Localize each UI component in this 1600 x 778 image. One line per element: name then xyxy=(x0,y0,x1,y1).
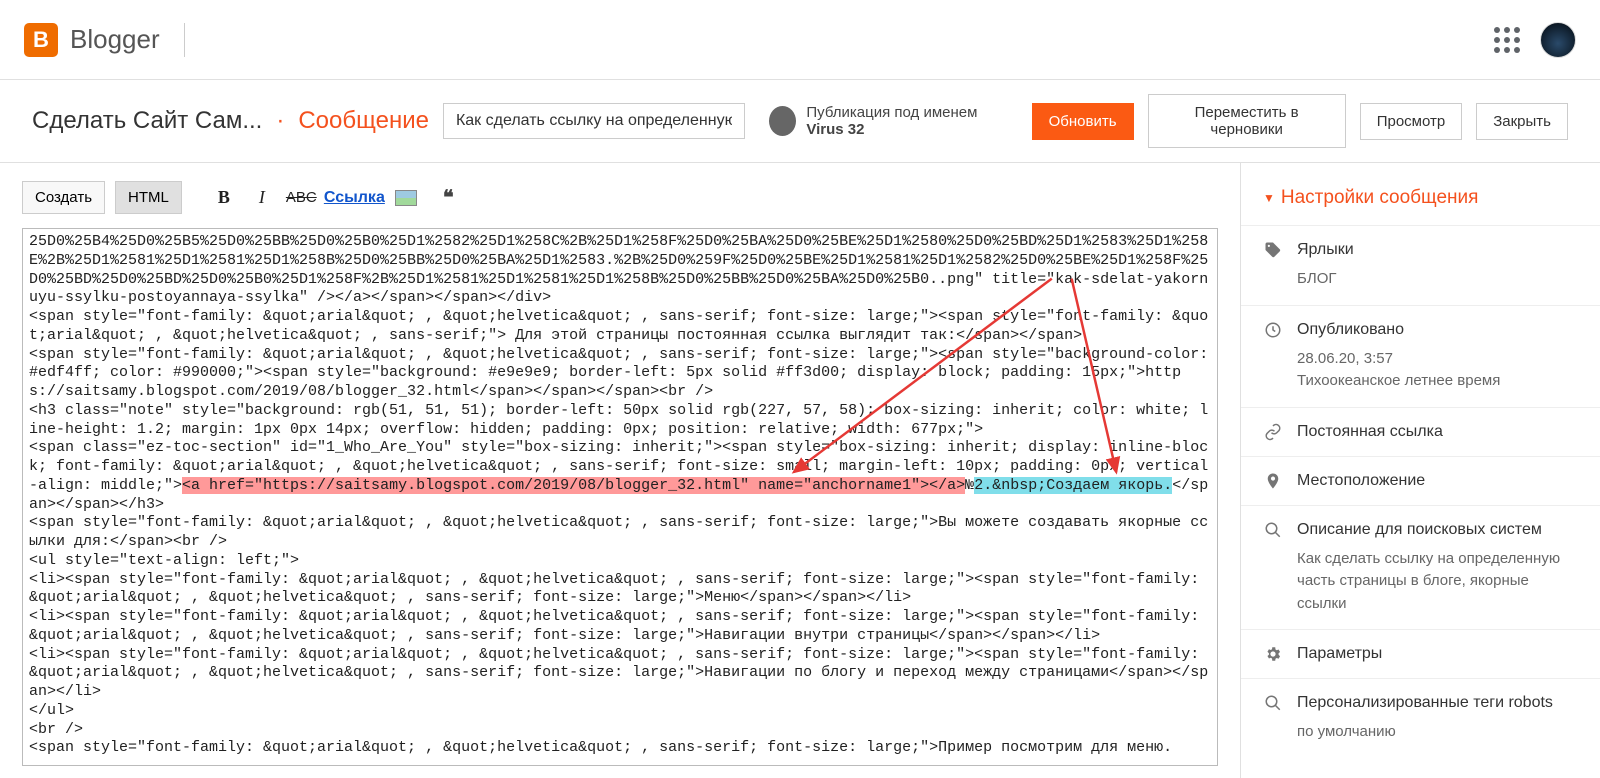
apps-icon[interactable] xyxy=(1494,27,1520,53)
permalink-section[interactable]: Постоянная ссылка xyxy=(1263,422,1578,442)
clock-icon xyxy=(1263,320,1283,340)
logo-icon: B xyxy=(24,23,58,57)
caret-down-icon: ▼ xyxy=(1263,191,1275,205)
italic-button[interactable]: I xyxy=(248,187,276,208)
link-button[interactable]: Ссылка xyxy=(324,189,385,207)
site-name[interactable]: Сделать Сайт Сам... xyxy=(32,107,262,135)
action-bar: Сделать Сайт Сам... · Сообщение Публикац… xyxy=(0,80,1600,163)
author-text: Публикация под именем Virus 32 xyxy=(806,104,1017,138)
search-description-value: Как сделать ссылку на определенную часть… xyxy=(1263,540,1578,616)
sidebar-title[interactable]: ▼ Настройки сообщения xyxy=(1241,179,1600,225)
labels-value: БЛОГ xyxy=(1263,260,1578,291)
code-part1: 25D0%25B4%25D0%25B5%25D0%25BB%25D0%25B0%… xyxy=(29,233,1217,494)
search-icon xyxy=(1263,520,1283,540)
close-button[interactable]: Закрыть xyxy=(1476,103,1568,140)
editor-column: Создать HTML B I ABC Ссылка ❝ 25D0%25B4%… xyxy=(0,163,1240,778)
author-block: Публикация под именем Virus 32 xyxy=(769,104,1017,138)
preview-button[interactable]: Просмотр xyxy=(1360,103,1463,140)
code-part2: </span></span></h3> <span style="font-fa… xyxy=(29,477,1208,757)
move-to-draft-button[interactable]: Переместить в черновики xyxy=(1148,94,1346,148)
html-mode-button[interactable]: HTML xyxy=(115,181,182,214)
settings-sidebar: ▼ Настройки сообщения Ярлыки БЛОГ Опубли… xyxy=(1240,163,1600,778)
breadcrumb-section: Сообщение xyxy=(298,107,429,135)
author-avatar xyxy=(769,106,796,136)
user-avatar[interactable] xyxy=(1540,22,1576,58)
tag-icon xyxy=(1263,240,1283,260)
highlight-anchor-tag: <a href="https://saitsamy.blogspot.com/2… xyxy=(182,477,965,494)
compose-mode-button[interactable]: Создать xyxy=(22,181,105,214)
robots-section[interactable]: Персонализированные теги robots xyxy=(1263,693,1578,713)
location-section[interactable]: Местоположение xyxy=(1263,471,1578,491)
html-code-editor[interactable]: 25D0%25B4%25D0%25B5%25D0%25BB%25D0%25B0%… xyxy=(22,228,1218,766)
breadcrumb-sep: · xyxy=(276,107,284,135)
link-icon xyxy=(1263,422,1283,442)
robots-value: по умолчанию xyxy=(1263,713,1578,744)
search-description-section[interactable]: Описание для поисковых систем xyxy=(1263,520,1578,540)
labels-section[interactable]: Ярлыки xyxy=(1263,240,1578,260)
image-button[interactable] xyxy=(395,190,417,206)
location-icon xyxy=(1263,471,1283,491)
logo[interactable]: B Blogger xyxy=(24,23,160,57)
strike-button[interactable]: ABC xyxy=(286,189,314,206)
highlight-anchor-text: 2.&nbsp;Создаем якорь. xyxy=(974,477,1172,494)
post-title-input[interactable] xyxy=(443,103,745,139)
gear-icon xyxy=(1263,644,1283,664)
published-section[interactable]: Опубликовано xyxy=(1263,320,1578,340)
divider xyxy=(184,23,185,57)
editor-toolbar: Создать HTML B I ABC Ссылка ❝ xyxy=(22,175,1218,228)
bold-button[interactable]: B xyxy=(210,187,238,208)
options-section[interactable]: Параметры xyxy=(1263,644,1578,664)
topbar: B Blogger xyxy=(0,0,1600,80)
update-button[interactable]: Обновить xyxy=(1032,103,1134,140)
quote-button[interactable]: ❝ xyxy=(443,185,454,210)
logo-text: Blogger xyxy=(70,24,160,55)
published-value: 28.06.20, 3:57 Тихоокеанское летнее врем… xyxy=(1263,340,1578,393)
search-icon xyxy=(1263,693,1283,713)
